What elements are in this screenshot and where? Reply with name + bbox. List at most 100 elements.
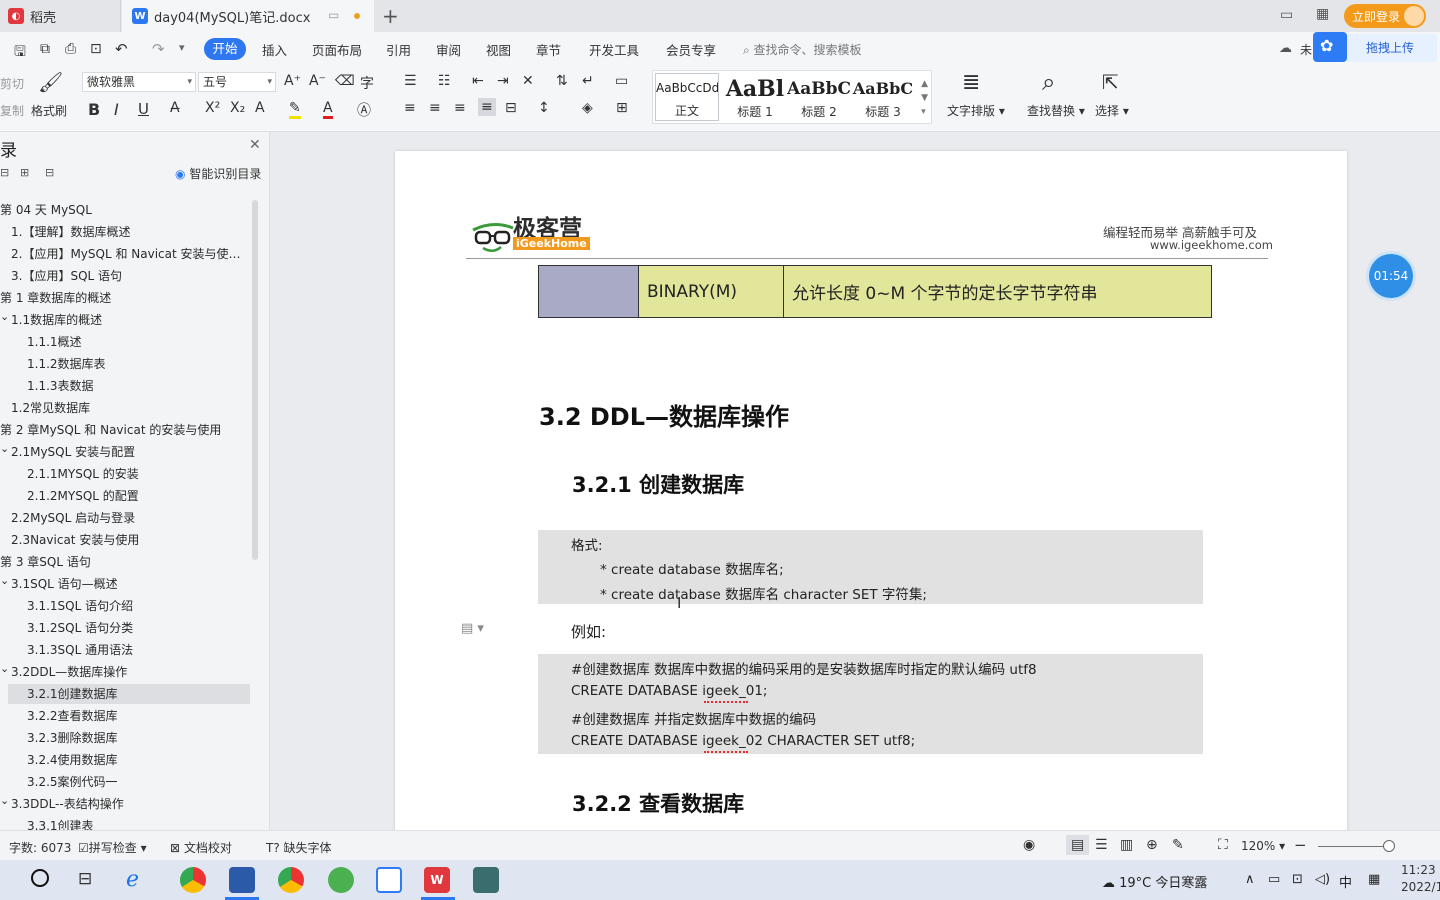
toc-item[interactable]: 2.3Navicat 安装与使用 (0, 530, 250, 550)
wps-icon[interactable]: W (424, 867, 450, 893)
format-painter-button[interactable]: 格式刷 (31, 102, 67, 119)
superscript-icon[interactable]: X² (205, 100, 220, 116)
phonetic-icon[interactable]: 字 (360, 73, 374, 93)
collapse-all-icon[interactable]: ⊟ (0, 166, 9, 179)
menu-start[interactable]: 开始 (204, 38, 246, 60)
zoom-slider-handle[interactable] (1383, 840, 1395, 852)
justify-icon[interactable]: ≡ (478, 98, 496, 116)
distribute-icon[interactable]: ⊟ (505, 100, 517, 116)
underline-icon[interactable]: U (138, 100, 149, 118)
smart-toc-button[interactable]: ◉ 智能识别目录 (175, 165, 261, 182)
style-normal[interactable]: AaBbCcDd 正文 (655, 73, 719, 121)
style-heading-3[interactable]: AaBbC 标题 3 (851, 75, 915, 125)
menu-references[interactable]: 引用 (386, 40, 411, 59)
page-view-icon[interactable]: ▤ (1066, 835, 1090, 855)
toc-item[interactable]: 2.1.1MYSQL 的安装 (0, 464, 250, 484)
chrome-icon[interactable] (180, 867, 206, 893)
copy-button[interactable]: 复制 (0, 102, 24, 119)
volume-icon[interactable]: ◁) (1315, 872, 1330, 887)
toc-item[interactable]: 3.3.1创建表 (0, 816, 250, 830)
login-button[interactable]: 立即登录 (1344, 4, 1426, 28)
decrease-indent-icon[interactable]: ⇤ (472, 73, 484, 89)
apps-grid-icon[interactable]: ▦ (1316, 6, 1329, 22)
toc-item[interactable]: ⌄ 3.3DDL--表结构操作 (0, 794, 250, 814)
toc-item[interactable]: 3.2.3删除数据库 (0, 728, 250, 748)
word-count[interactable]: 字数: 6073 (9, 839, 71, 856)
show-marks-icon[interactable]: ↵ (582, 73, 594, 89)
format-code-block[interactable]: 格式: * create database 数据库名; * create dat… (538, 530, 1203, 604)
close-icon[interactable]: ✕ (249, 137, 261, 153)
font-color-icon[interactable]: A (323, 100, 333, 119)
save-icon[interactable]: 🖫 (14, 41, 26, 65)
toc-item[interactable]: 3.2.2查看数据库 (0, 706, 250, 726)
strikethrough-icon[interactable]: A̶ (170, 100, 180, 116)
toc-item[interactable]: 3.2.5案例代码一 (0, 772, 250, 792)
battery-icon[interactable]: ▭ (1268, 872, 1280, 887)
spell-check-toggle[interactable]: ☑拼写检查 ▾ (78, 839, 147, 856)
cloud-app-icon[interactable] (376, 867, 402, 893)
expand-chevron-icon[interactable]: ⌄ (0, 662, 9, 679)
align-right-icon[interactable]: ≡ (454, 100, 466, 116)
toc-item[interactable]: 2.1.2MYSQL 的配置 (0, 486, 250, 506)
toc-item[interactable]: 1.1.1概述 (0, 332, 250, 352)
ime-indicator[interactable]: 中 (1339, 872, 1352, 891)
pen-view-icon[interactable]: ✎ (1172, 837, 1184, 853)
align-center-icon[interactable]: ≡ (429, 100, 441, 116)
sort-icon[interactable]: ⇅ (556, 73, 568, 89)
toc-item[interactable]: 第 2 章MySQL 和 Navicat 的安装与使用 (0, 420, 250, 440)
shading-icon[interactable]: ◈ (582, 100, 593, 116)
toc-item[interactable]: 3.1.3SQL 通用语法 (0, 640, 250, 660)
menu-page-layout[interactable]: 页面布局 (312, 40, 362, 59)
toc-item[interactable]: ⌄ 3.2DDL—数据库操作 (0, 662, 250, 682)
edge-browser-icon[interactable]: ℯ (126, 867, 152, 893)
toc-item[interactable]: 3.1.2SQL 语句分类 (0, 618, 250, 638)
example-code-block[interactable]: #创建数据库 数据库中数据的编码采用的是安装数据库时指定的默认编码 utf8 C… (538, 654, 1203, 754)
terminal-app-icon[interactable] (473, 867, 499, 893)
char-border-icon[interactable]: Ⓐ (357, 100, 371, 120)
toc-item[interactable]: 2.【应用】MySQL 和 Navicat 安装与使… (0, 244, 250, 264)
print-icon[interactable]: ⎙ (65, 41, 76, 57)
clock-date[interactable]: 2022/1 (1401, 880, 1440, 894)
clear-format-icon[interactable]: ⌫ (335, 73, 355, 89)
chinese-layout-icon[interactable]: ✕ (522, 73, 534, 89)
weather-widget[interactable]: ☁ 19°C 今日寒露 (1102, 872, 1207, 891)
style-heading-1[interactable]: AaBl 标题 1 (723, 75, 787, 125)
remove-heading-icon[interactable]: ⊟ (45, 166, 54, 179)
font-size-select[interactable]: 五号 ▾ (198, 72, 276, 92)
text-layout-button[interactable]: 文字排版 ▾ (947, 102, 1005, 119)
input-mode-icon[interactable]: ▦ (1368, 872, 1380, 887)
drag-upload-button[interactable]: 拖拽上传 (1343, 34, 1437, 62)
reading-view-icon[interactable]: ▥ (1120, 837, 1133, 853)
toc-item[interactable]: 第 3 章SQL 语句 (0, 552, 250, 572)
green-app-icon[interactable] (328, 867, 354, 893)
menu-insert[interactable]: 插入 (262, 40, 287, 59)
toc-item[interactable]: 1.【理解】数据库概述 (0, 222, 250, 242)
expand-chevron-icon[interactable]: ⌄ (0, 574, 9, 591)
menu-review[interactable]: 审阅 (436, 40, 461, 59)
numbered-list-icon[interactable]: ☷ (438, 73, 451, 89)
toc-item[interactable]: ⌄ 3.1SQL 语句—概述 (0, 574, 250, 594)
increase-indent-icon[interactable]: ⇥ (497, 73, 509, 89)
toc-item[interactable]: 3.2.1创建数据库 (8, 684, 250, 704)
zoom-out-icon[interactable]: − (1294, 836, 1307, 854)
toc-item[interactable]: 1.1.2数据库表 (0, 354, 250, 374)
command-search[interactable]: ⌕ 查找命令、搜索模板 (743, 41, 862, 58)
menu-developer[interactable]: 开发工具 (589, 40, 639, 59)
font-name-select[interactable]: 微软雅黑 ▾ (82, 72, 196, 92)
cloud-upload-icon[interactable]: ✿ (1313, 32, 1347, 62)
data-type-table-row[interactable]: BINARY(M) 允许长度 0~M 个字节的定长字节字符串 (538, 265, 1212, 318)
web-view-icon[interactable]: ⊕ (1146, 837, 1158, 853)
italic-icon[interactable]: I (114, 100, 119, 119)
toc-item[interactable]: 3.1.1SQL 语句介绍 (0, 596, 250, 616)
align-left-icon[interactable]: ≡ (404, 100, 416, 116)
menu-member[interactable]: 会员专享 (666, 40, 716, 59)
zoom-level[interactable]: 120% ▾ (1241, 839, 1285, 853)
toc-item[interactable]: 2.2MySQL 启动与登录 (0, 508, 250, 528)
grow-font-icon[interactable]: A⁺ (284, 73, 301, 89)
toc-item[interactable]: 第 1 章数据库的概述 (0, 288, 250, 308)
text-effect-icon[interactable]: A (255, 100, 265, 116)
expand-chevron-icon[interactable]: ⌄ (0, 310, 9, 327)
document-page[interactable]: 极客营 iGeekHome 编程轻而易举 高薪触手可及 www.igeekhom… (395, 151, 1347, 830)
fit-page-icon[interactable]: ⛶ (1218, 837, 1228, 853)
toc-item[interactable]: 3.【应用】SQL 语句 (0, 266, 250, 286)
